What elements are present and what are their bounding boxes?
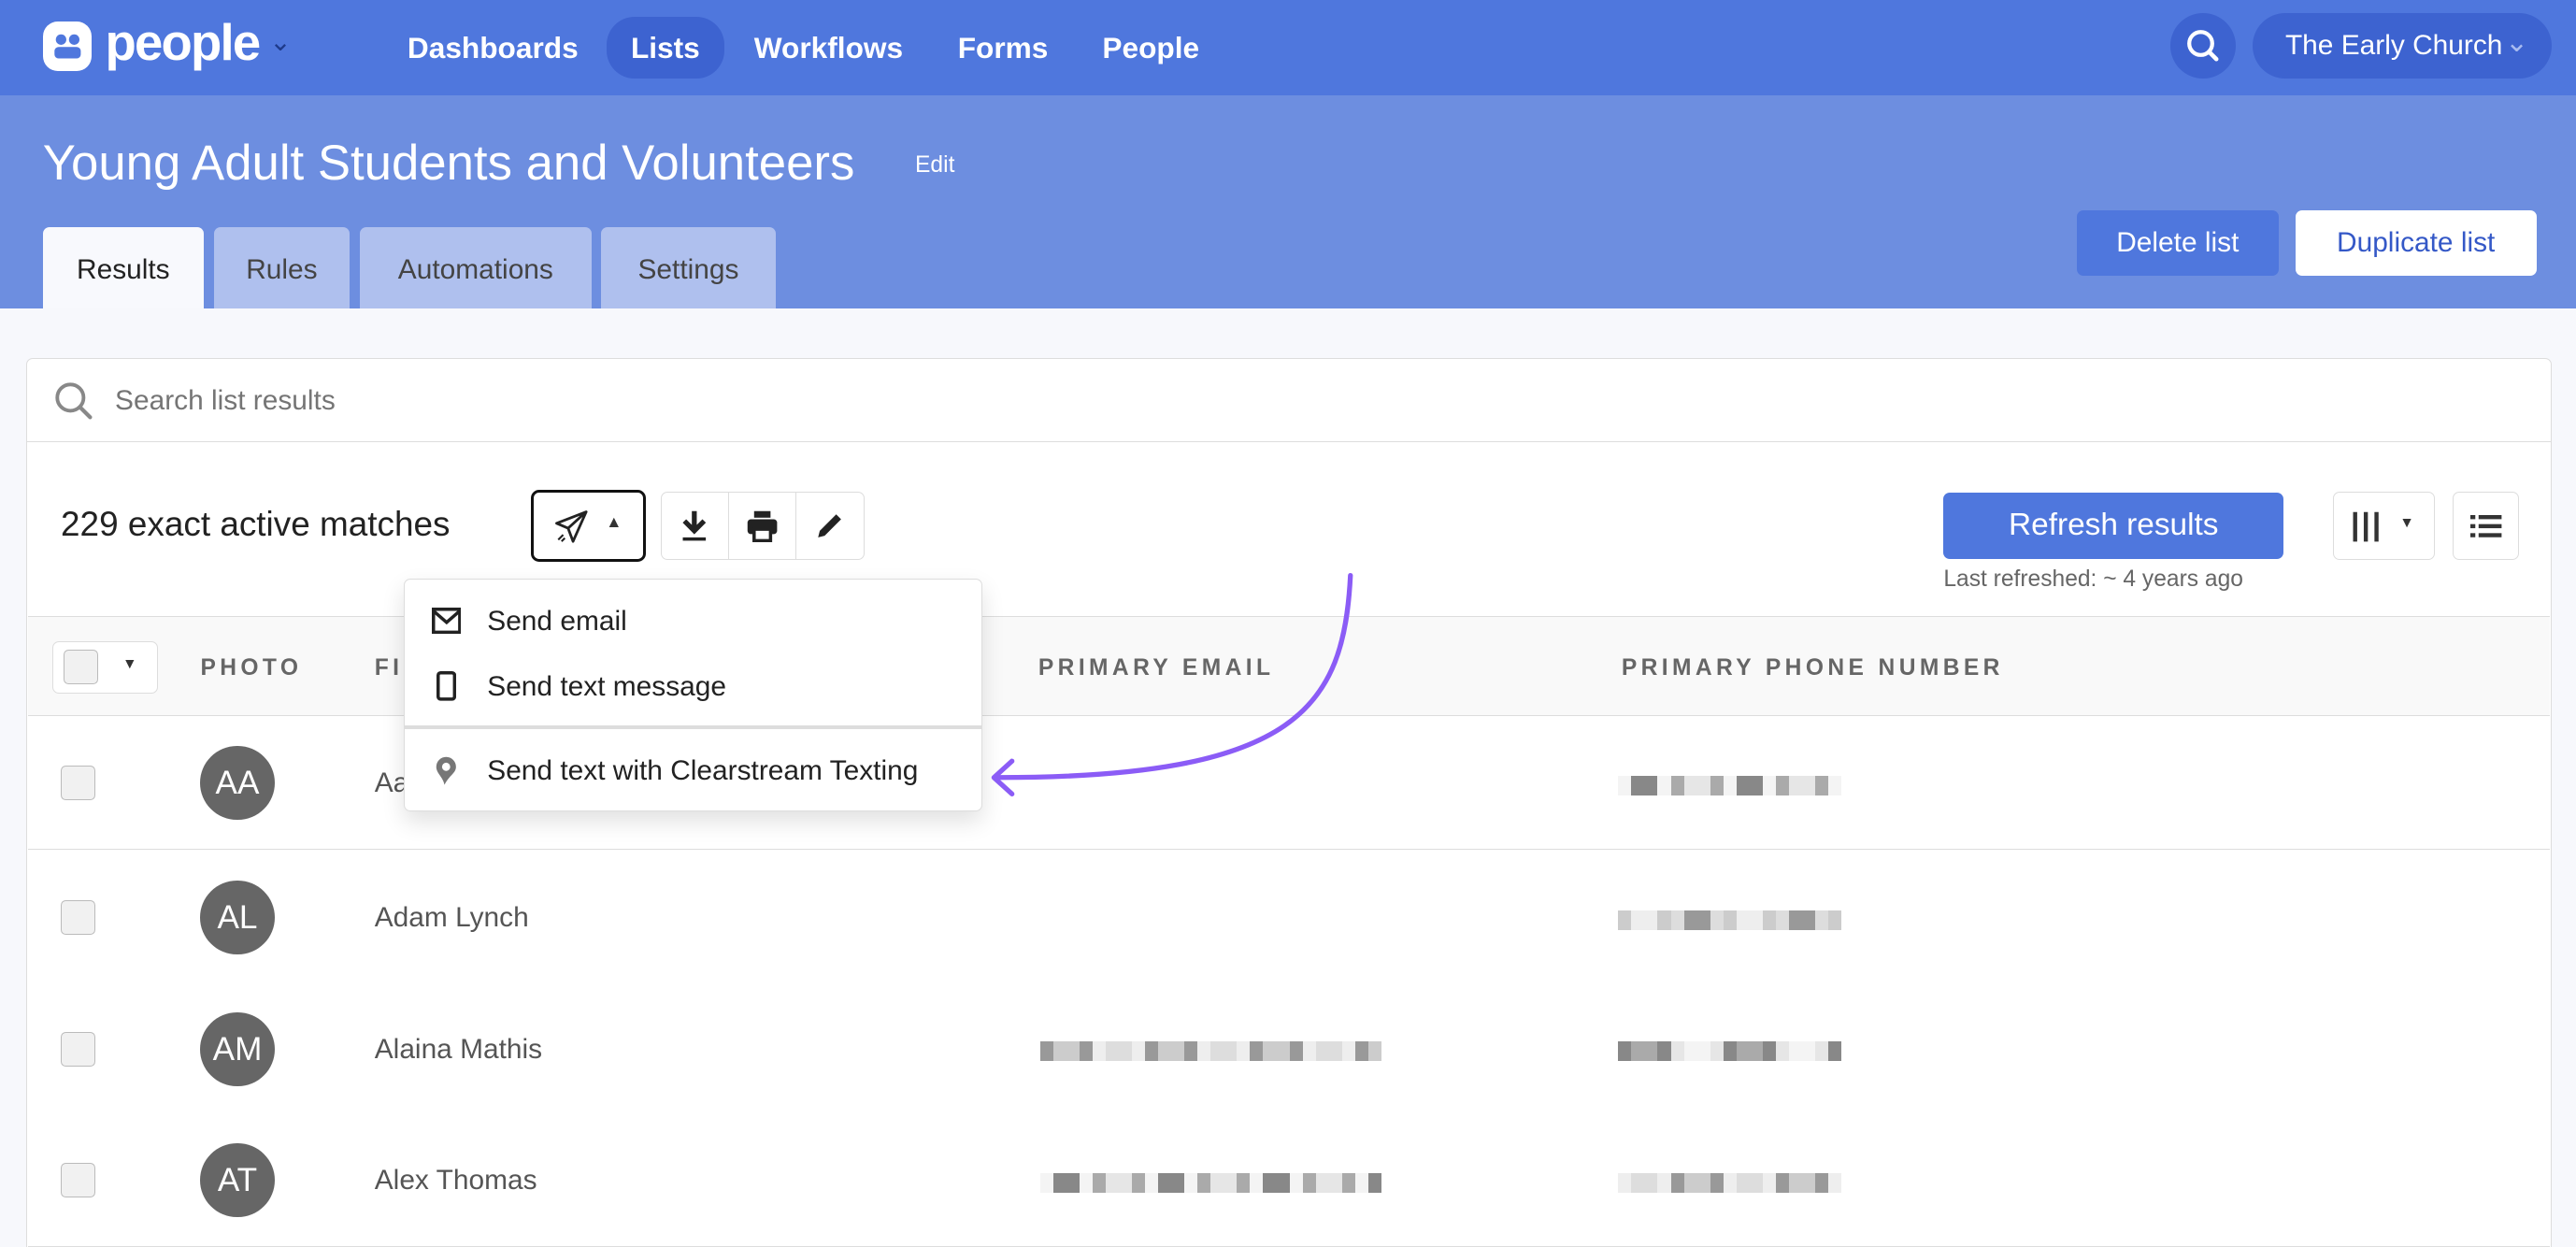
- action-button-group: [660, 491, 865, 561]
- page-title: Young Adult Students and Volunteers: [42, 136, 855, 192]
- print-button[interactable]: [729, 492, 796, 560]
- row-checkbox[interactable]: [61, 900, 95, 936]
- nav-lists[interactable]: Lists: [606, 16, 725, 79]
- refresh-results-button[interactable]: Refresh results: [1943, 493, 2284, 559]
- column-header-first-name[interactable]: FI: [375, 655, 404, 681]
- people-logo-icon[interactable]: [42, 21, 93, 71]
- tab-settings[interactable]: Settings: [601, 226, 776, 309]
- caret-down-icon: ▼: [122, 656, 137, 673]
- redacted-email: [1039, 1041, 1381, 1062]
- avatar: AT: [200, 1143, 275, 1218]
- list-view-button[interactable]: [2453, 491, 2519, 561]
- row-checkbox[interactable]: [61, 1163, 95, 1198]
- download-button[interactable]: [662, 492, 729, 560]
- mobile-icon: [436, 671, 456, 701]
- match-count: 229 exact active matches: [61, 504, 451, 543]
- organization-name: The Early Church: [2284, 30, 2503, 62]
- app-switcher-chevron-icon[interactable]: ⌄: [269, 26, 292, 57]
- nav-dashboards[interactable]: Dashboards: [383, 17, 604, 79]
- person-name[interactable]: Alex Thomas: [375, 1165, 537, 1197]
- edit-button[interactable]: [796, 493, 864, 560]
- printer-icon: [747, 510, 778, 543]
- paper-plane-icon: [554, 510, 588, 543]
- row-checkbox[interactable]: [61, 766, 95, 800]
- caret-down-icon: ▼: [2399, 515, 2414, 532]
- select-all-checkbox[interactable]: [63, 650, 98, 685]
- avatar: AM: [200, 1011, 275, 1086]
- menu-item-send-text[interactable]: Send text message: [487, 671, 726, 703]
- delete-list-button[interactable]: Delete list: [2076, 209, 2279, 277]
- nav-workflows[interactable]: Workflows: [729, 17, 927, 79]
- organization-switcher[interactable]: The Early Church ⌄: [2252, 13, 2552, 79]
- edit-title-link[interactable]: Edit: [915, 152, 954, 179]
- download-icon: [682, 510, 707, 541]
- redacted-phone: [1618, 775, 1842, 796]
- last-refreshed-text: Last refreshed: ~ 4 years ago: [1943, 566, 2243, 593]
- nav-people[interactable]: People: [1078, 17, 1224, 79]
- tab-results[interactable]: Results: [42, 226, 204, 309]
- redacted-phone: [1618, 1172, 1842, 1194]
- pencil-icon: [818, 514, 841, 538]
- tab-rules[interactable]: Rules: [213, 226, 351, 309]
- clearstream-icon: [436, 756, 456, 785]
- select-all-dropdown[interactable]: ▼: [52, 640, 158, 694]
- annotation-arrow: [991, 572, 1353, 796]
- app-name[interactable]: people: [105, 13, 261, 72]
- menu-divider: [405, 725, 982, 729]
- chevron-down-icon: ⌄: [2505, 26, 2529, 58]
- duplicate-list-button[interactable]: Duplicate list: [2295, 209, 2537, 277]
- redacted-phone: [1618, 1041, 1842, 1062]
- menu-item-send-clearstream[interactable]: Send text with Clearstream Texting: [487, 755, 918, 787]
- nav-forms[interactable]: Forms: [933, 17, 1072, 79]
- column-header-primary-phone[interactable]: PRIMARY PHONE NUMBER: [1622, 655, 2004, 681]
- column-header-photo[interactable]: PHOTO: [200, 655, 302, 681]
- redacted-email: [1039, 1172, 1381, 1194]
- list-icon: [2469, 515, 2502, 538]
- caret-up-icon: ▲: [606, 511, 623, 531]
- person-name[interactable]: Alaina Mathis: [375, 1034, 542, 1066]
- avatar: AA: [200, 745, 275, 821]
- send-message-menu: Send email Send text message Send text w…: [404, 578, 983, 812]
- envelope-icon: [431, 607, 462, 634]
- search-icon: [55, 382, 93, 420]
- row-checkbox[interactable]: [61, 1031, 95, 1067]
- search-list-input[interactable]: [115, 378, 2415, 424]
- send-message-dropdown-button[interactable]: ▲: [530, 489, 646, 563]
- tab-automations[interactable]: Automations: [359, 226, 592, 309]
- global-search-button[interactable]: [2169, 13, 2237, 79]
- search-icon: [2187, 30, 2219, 62]
- avatar: AL: [200, 881, 275, 955]
- person-name[interactable]: Adam Lynch: [375, 902, 529, 934]
- redacted-phone: [1618, 910, 1842, 930]
- columns-icon: [2353, 511, 2380, 542]
- columns-dropdown-button[interactable]: ▼: [2332, 491, 2435, 561]
- menu-item-send-email[interactable]: Send email: [487, 606, 626, 638]
